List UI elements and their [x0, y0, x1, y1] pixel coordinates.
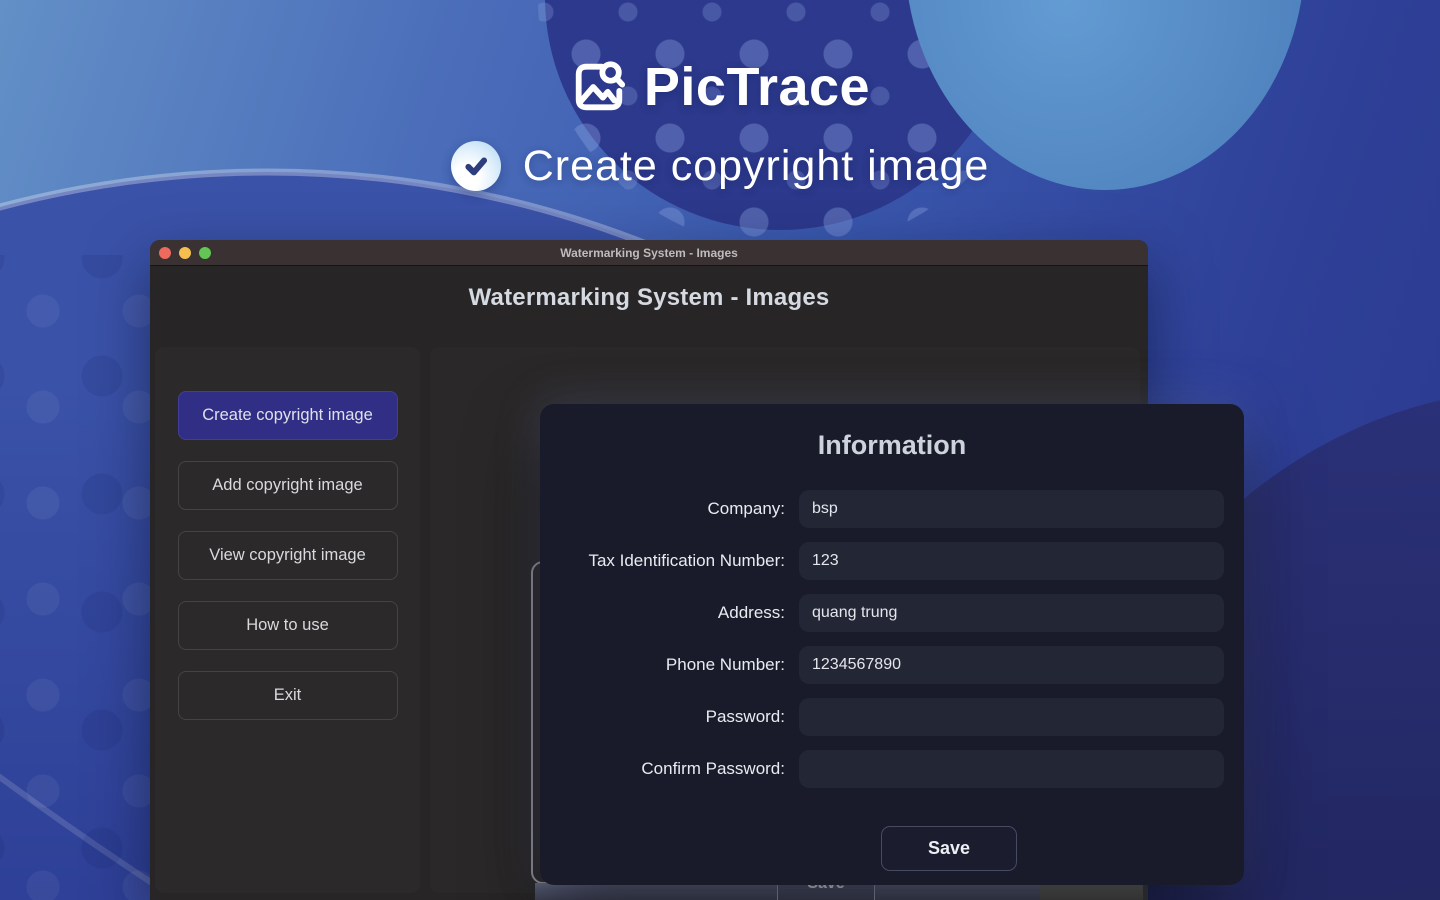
window-heading: Watermarking System - Images	[150, 284, 1148, 312]
window-titlebar[interactable]: Watermarking System - Images	[150, 240, 1148, 266]
page-subtitle: Create copyright image	[523, 142, 990, 191]
background-form-band-segment	[1040, 885, 1143, 900]
company-input[interactable]	[799, 490, 1224, 528]
minimize-button[interactable]	[179, 247, 191, 259]
form-row: Company:	[540, 490, 1244, 528]
dialog-title: Information	[540, 430, 1244, 461]
tax-id-input[interactable]	[799, 542, 1224, 580]
confirm-password-input[interactable]	[799, 750, 1224, 788]
brand-title: PicTrace	[644, 56, 870, 118]
information-form: Company: Tax Identification Number: Addr…	[540, 490, 1244, 788]
check-icon	[451, 141, 501, 191]
password-input[interactable]	[799, 698, 1224, 736]
information-dialog: Information Company: Tax Identification …	[540, 404, 1244, 885]
titlebar-title: Watermarking System - Images	[150, 246, 1148, 260]
address-label: Address:	[554, 603, 799, 623]
sidebar-item-exit[interactable]: Exit	[178, 671, 398, 720]
company-label: Company:	[554, 499, 799, 519]
sidebar-item-view-copyright-image[interactable]: View copyright image	[178, 531, 398, 580]
phone-label: Phone Number:	[554, 655, 799, 675]
sidebar-item-how-to-use[interactable]: How to use	[178, 601, 398, 650]
traffic-lights	[159, 240, 211, 266]
close-button[interactable]	[159, 247, 171, 259]
brand-row: PicTrace	[0, 52, 1440, 122]
form-row: Address:	[540, 594, 1244, 632]
pictrace-logo-icon	[570, 58, 628, 116]
background-form-band-notch	[1143, 885, 1148, 900]
sidebar-item-create-copyright-image[interactable]: Create copyright image	[178, 391, 398, 440]
zoom-button[interactable]	[199, 247, 211, 259]
form-row: Phone Number:	[540, 646, 1244, 684]
address-input[interactable]	[799, 594, 1224, 632]
subtitle-row: Create copyright image	[0, 138, 1440, 194]
save-button[interactable]: Save	[881, 826, 1017, 871]
form-row: Confirm Password:	[540, 750, 1244, 788]
sidebar-item-add-copyright-image[interactable]: Add copyright image	[178, 461, 398, 510]
sidebar: Create copyright image Add copyright ima…	[155, 347, 420, 893]
confirm-password-label: Confirm Password:	[554, 759, 799, 779]
phone-input[interactable]	[799, 646, 1224, 684]
form-row: Password:	[540, 698, 1244, 736]
password-label: Password:	[554, 707, 799, 727]
form-row: Tax Identification Number:	[540, 542, 1244, 580]
tax-id-label: Tax Identification Number:	[554, 551, 799, 571]
